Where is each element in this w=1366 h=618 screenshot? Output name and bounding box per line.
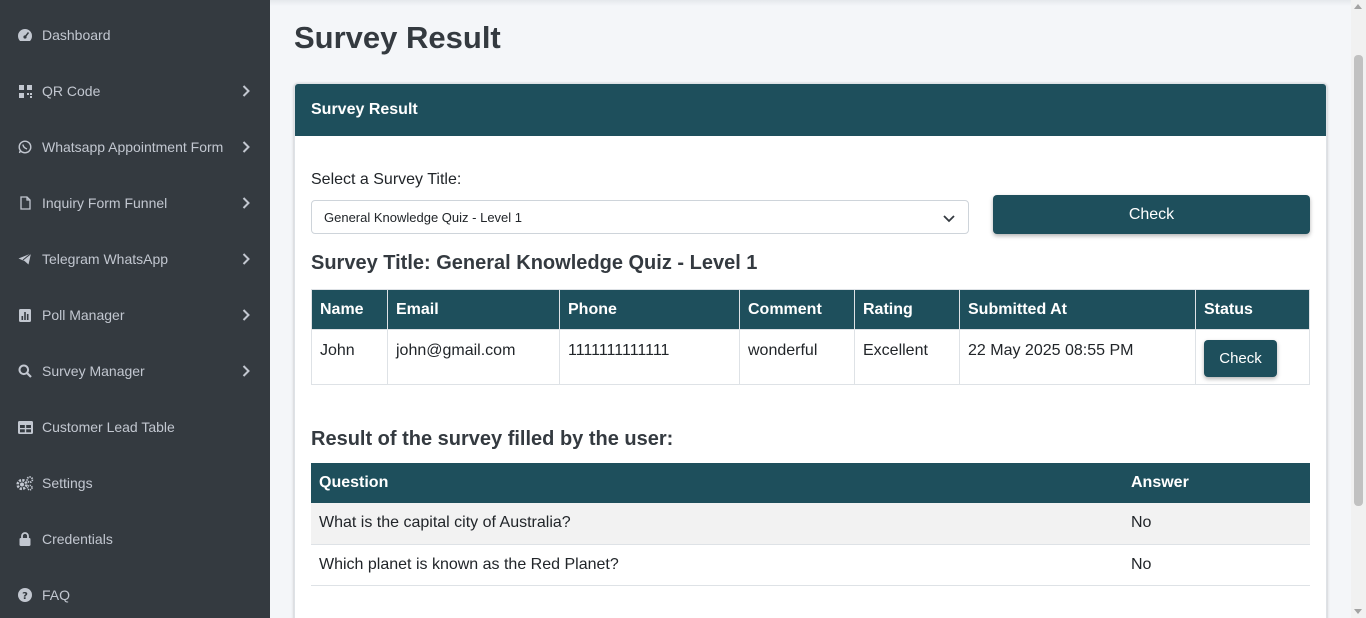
table-row: John john@gmail.com 1111111111111 wonder… bbox=[311, 329, 1310, 385]
sidebar-item-label: Inquiry Form Funnel bbox=[42, 195, 168, 211]
status-check-button[interactable]: Check bbox=[1204, 340, 1277, 377]
table-header-row: Question Answer bbox=[311, 463, 1310, 503]
cell-email: john@gmail.com bbox=[387, 329, 560, 385]
scroll-up-arrow-icon[interactable] bbox=[1354, 4, 1362, 9]
qrcode-icon bbox=[16, 82, 34, 100]
lock-icon bbox=[16, 530, 34, 548]
sidebar: Dashboard QR Code Whatsapp Appointment F… bbox=[0, 0, 270, 618]
chevron-right-icon bbox=[240, 141, 252, 153]
cell-submitted-at: 22 May 2025 08:55 PM bbox=[959, 329, 1196, 385]
sidebar-item-label: Survey Manager bbox=[42, 363, 145, 379]
cell-comment: wonderful bbox=[739, 329, 855, 385]
sidebar-item-dashboard[interactable]: Dashboard bbox=[0, 7, 270, 63]
sidebar-item-credentials[interactable]: Credentials bbox=[0, 511, 270, 567]
cell-phone: 1111111111111 bbox=[559, 329, 740, 385]
sidebar-item-whatsapp-appointment-form[interactable]: Whatsapp Appointment Form bbox=[0, 119, 270, 175]
cell-rating: Excellent bbox=[854, 329, 960, 385]
cell-question: What is the capital city of Australia? bbox=[311, 503, 1123, 545]
sidebar-item-qr-code[interactable]: QR Code bbox=[0, 63, 270, 119]
chevron-down-icon bbox=[942, 212, 956, 223]
gears-icon bbox=[16, 474, 34, 492]
sidebar-item-label: Customer Lead Table bbox=[42, 419, 175, 435]
column-header: Question bbox=[311, 463, 1123, 503]
column-header: Name bbox=[311, 289, 388, 330]
sidebar-item-settings[interactable]: Settings bbox=[0, 455, 270, 511]
card-header: Survey Result bbox=[295, 84, 1326, 136]
column-header: Email bbox=[387, 289, 560, 330]
survey-result-card: Survey Result Select a Survey Title: Gen… bbox=[294, 83, 1327, 618]
cell-answer: No bbox=[1123, 544, 1310, 586]
sidebar-item-telegram-whatsapp[interactable]: Telegram WhatsApp bbox=[0, 231, 270, 287]
survey-select-label: Select a Survey Title: bbox=[311, 171, 462, 188]
chevron-right-icon bbox=[240, 85, 252, 97]
cell-question: Which planet is known as the Red Planet? bbox=[311, 544, 1123, 586]
survey-select-value: General Knowledge Quiz - Level 1 bbox=[324, 209, 523, 225]
chevron-right-icon bbox=[240, 197, 252, 209]
column-header: Phone bbox=[559, 289, 740, 330]
scroll-thumb[interactable] bbox=[1354, 55, 1363, 506]
file-icon bbox=[16, 194, 34, 212]
sidebar-item-label: Whatsapp Appointment Form bbox=[42, 139, 224, 155]
sidebar-item-label: Dashboard bbox=[42, 27, 111, 43]
table-row: Which planet is known as the Red Planet?… bbox=[311, 544, 1310, 586]
sidebar-item-label: FAQ bbox=[42, 587, 71, 603]
telegram-icon bbox=[16, 250, 34, 268]
question-icon: ? bbox=[16, 586, 34, 604]
sidebar-item-label: Poll Manager bbox=[42, 307, 125, 323]
answers-table: Question Answer What is the capital city… bbox=[311, 463, 1310, 586]
chevron-right-icon bbox=[240, 309, 252, 321]
column-header: Status bbox=[1195, 289, 1310, 330]
column-header: Answer bbox=[1123, 463, 1310, 503]
scroll-down-arrow-icon[interactable] bbox=[1354, 609, 1362, 614]
sidebar-item-customer-lead-table[interactable]: Customer Lead Table bbox=[0, 399, 270, 455]
sidebar-item-label: Settings bbox=[42, 475, 93, 491]
poll-icon bbox=[16, 306, 34, 324]
column-header: Rating bbox=[854, 289, 960, 330]
whatsapp-icon bbox=[16, 138, 34, 156]
sidebar-item-faq[interactable]: ? FAQ bbox=[0, 567, 270, 618]
sidebar-item-label: QR Code bbox=[42, 83, 101, 99]
sidebar-item-label: Telegram WhatsApp bbox=[42, 251, 169, 267]
sidebar-item-survey-manager[interactable]: Survey Manager bbox=[0, 343, 270, 399]
dashboard-icon bbox=[16, 26, 34, 44]
vertical-scrollbar[interactable] bbox=[1351, 0, 1366, 618]
column-header: Comment bbox=[739, 289, 855, 330]
search-icon bbox=[16, 362, 34, 380]
topbar-shadow bbox=[270, 0, 1351, 6]
column-header: Submitted At bbox=[959, 289, 1196, 330]
cell-name: John bbox=[311, 329, 388, 385]
table-icon bbox=[16, 418, 34, 436]
cell-status: Check bbox=[1195, 329, 1310, 385]
check-button[interactable]: Check bbox=[993, 195, 1310, 234]
page-title: Survey Result bbox=[294, 20, 501, 55]
chevron-right-icon bbox=[240, 365, 252, 377]
sidebar-item-inquiry-form-funnel[interactable]: Inquiry Form Funnel bbox=[0, 175, 270, 231]
result-heading: Result of the survey filled by the user: bbox=[311, 428, 674, 450]
table-header-row: Name Email Phone Comment Rating Submitte… bbox=[311, 289, 1310, 330]
sidebar-item-label: Credentials bbox=[42, 531, 113, 547]
survey-title-heading: Survey Title: General Knowledge Quiz - L… bbox=[311, 252, 758, 274]
cell-answer: No bbox=[1123, 503, 1310, 545]
chevron-right-icon bbox=[240, 253, 252, 265]
sidebar-item-poll-manager[interactable]: Poll Manager bbox=[0, 287, 270, 343]
survey-title-select[interactable]: General Knowledge Quiz - Level 1 bbox=[311, 200, 969, 234]
svg-text:?: ? bbox=[22, 591, 28, 602]
table-row: What is the capital city of Australia? N… bbox=[311, 503, 1310, 545]
submissions-table: Name Email Phone Comment Rating Submitte… bbox=[311, 289, 1310, 385]
